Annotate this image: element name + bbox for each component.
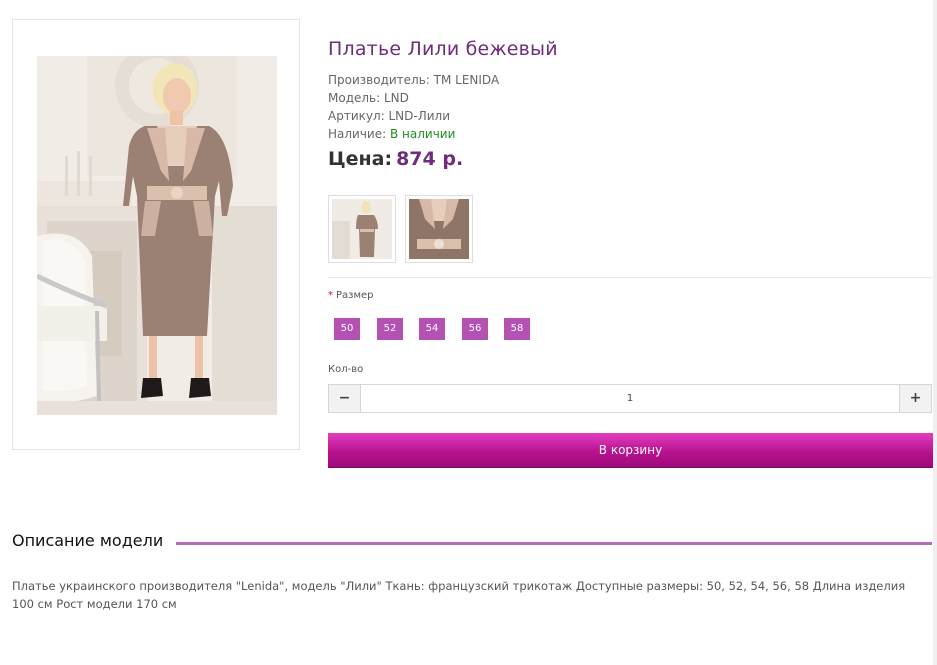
price-value: 874 р.	[396, 148, 464, 170]
size-option-54[interactable]: 54	[419, 318, 445, 340]
minus-icon: −	[338, 390, 351, 406]
model-row: Модель: LND	[328, 91, 409, 105]
sku-row: Артикул: LND-Лили	[328, 109, 451, 123]
product-info-list: Производитель: TM LENIDA Модель: LND Арт…	[328, 71, 499, 143]
availability-row: Наличие: В наличии	[328, 125, 499, 143]
quantity-increase-button[interactable]: +	[899, 385, 931, 412]
thumbnail-detail-view[interactable]	[405, 195, 473, 263]
page-scrollbar-edge[interactable]	[933, 0, 937, 665]
quantity-input[interactable]	[361, 385, 899, 412]
thumbnail-detail-view-image	[409, 199, 469, 259]
manufacturer-row: Производитель: TM LENIDA	[328, 73, 500, 87]
availability-status: В наличии	[389, 127, 456, 141]
product-title: Платье Лили бежевый	[328, 38, 558, 60]
quantity-label: Кол-во	[328, 364, 364, 375]
add-to-cart-button[interactable]: В корзину	[328, 433, 933, 468]
description-text: Платье украинского производителя "Lenida…	[12, 579, 906, 611]
thumbnail-full-view-image	[332, 199, 392, 259]
required-mark: *	[328, 290, 333, 301]
size-option-label: * Размер	[328, 290, 374, 301]
plus-icon: +	[909, 390, 922, 406]
main-product-image-frame[interactable]	[12, 19, 300, 450]
price-row: Цена: 874 р.	[328, 148, 463, 170]
size-label-text: Размер	[336, 290, 374, 301]
description-title-line	[176, 542, 932, 545]
size-option-56[interactable]: 56	[462, 318, 488, 340]
size-option-50[interactable]: 50	[334, 318, 360, 340]
availability-label: Наличие:	[328, 127, 390, 141]
options-divider	[328, 277, 932, 278]
main-product-photo[interactable]	[37, 56, 277, 415]
description-title: Описание модели	[12, 531, 172, 550]
price-label: Цена:	[328, 148, 393, 170]
quantity-decrease-button[interactable]: −	[329, 385, 361, 412]
size-option-52[interactable]: 52	[377, 318, 403, 340]
size-option-58[interactable]: 58	[504, 318, 530, 340]
thumbnail-full-view[interactable]	[328, 195, 396, 263]
quantity-stepper: − +	[328, 384, 932, 413]
